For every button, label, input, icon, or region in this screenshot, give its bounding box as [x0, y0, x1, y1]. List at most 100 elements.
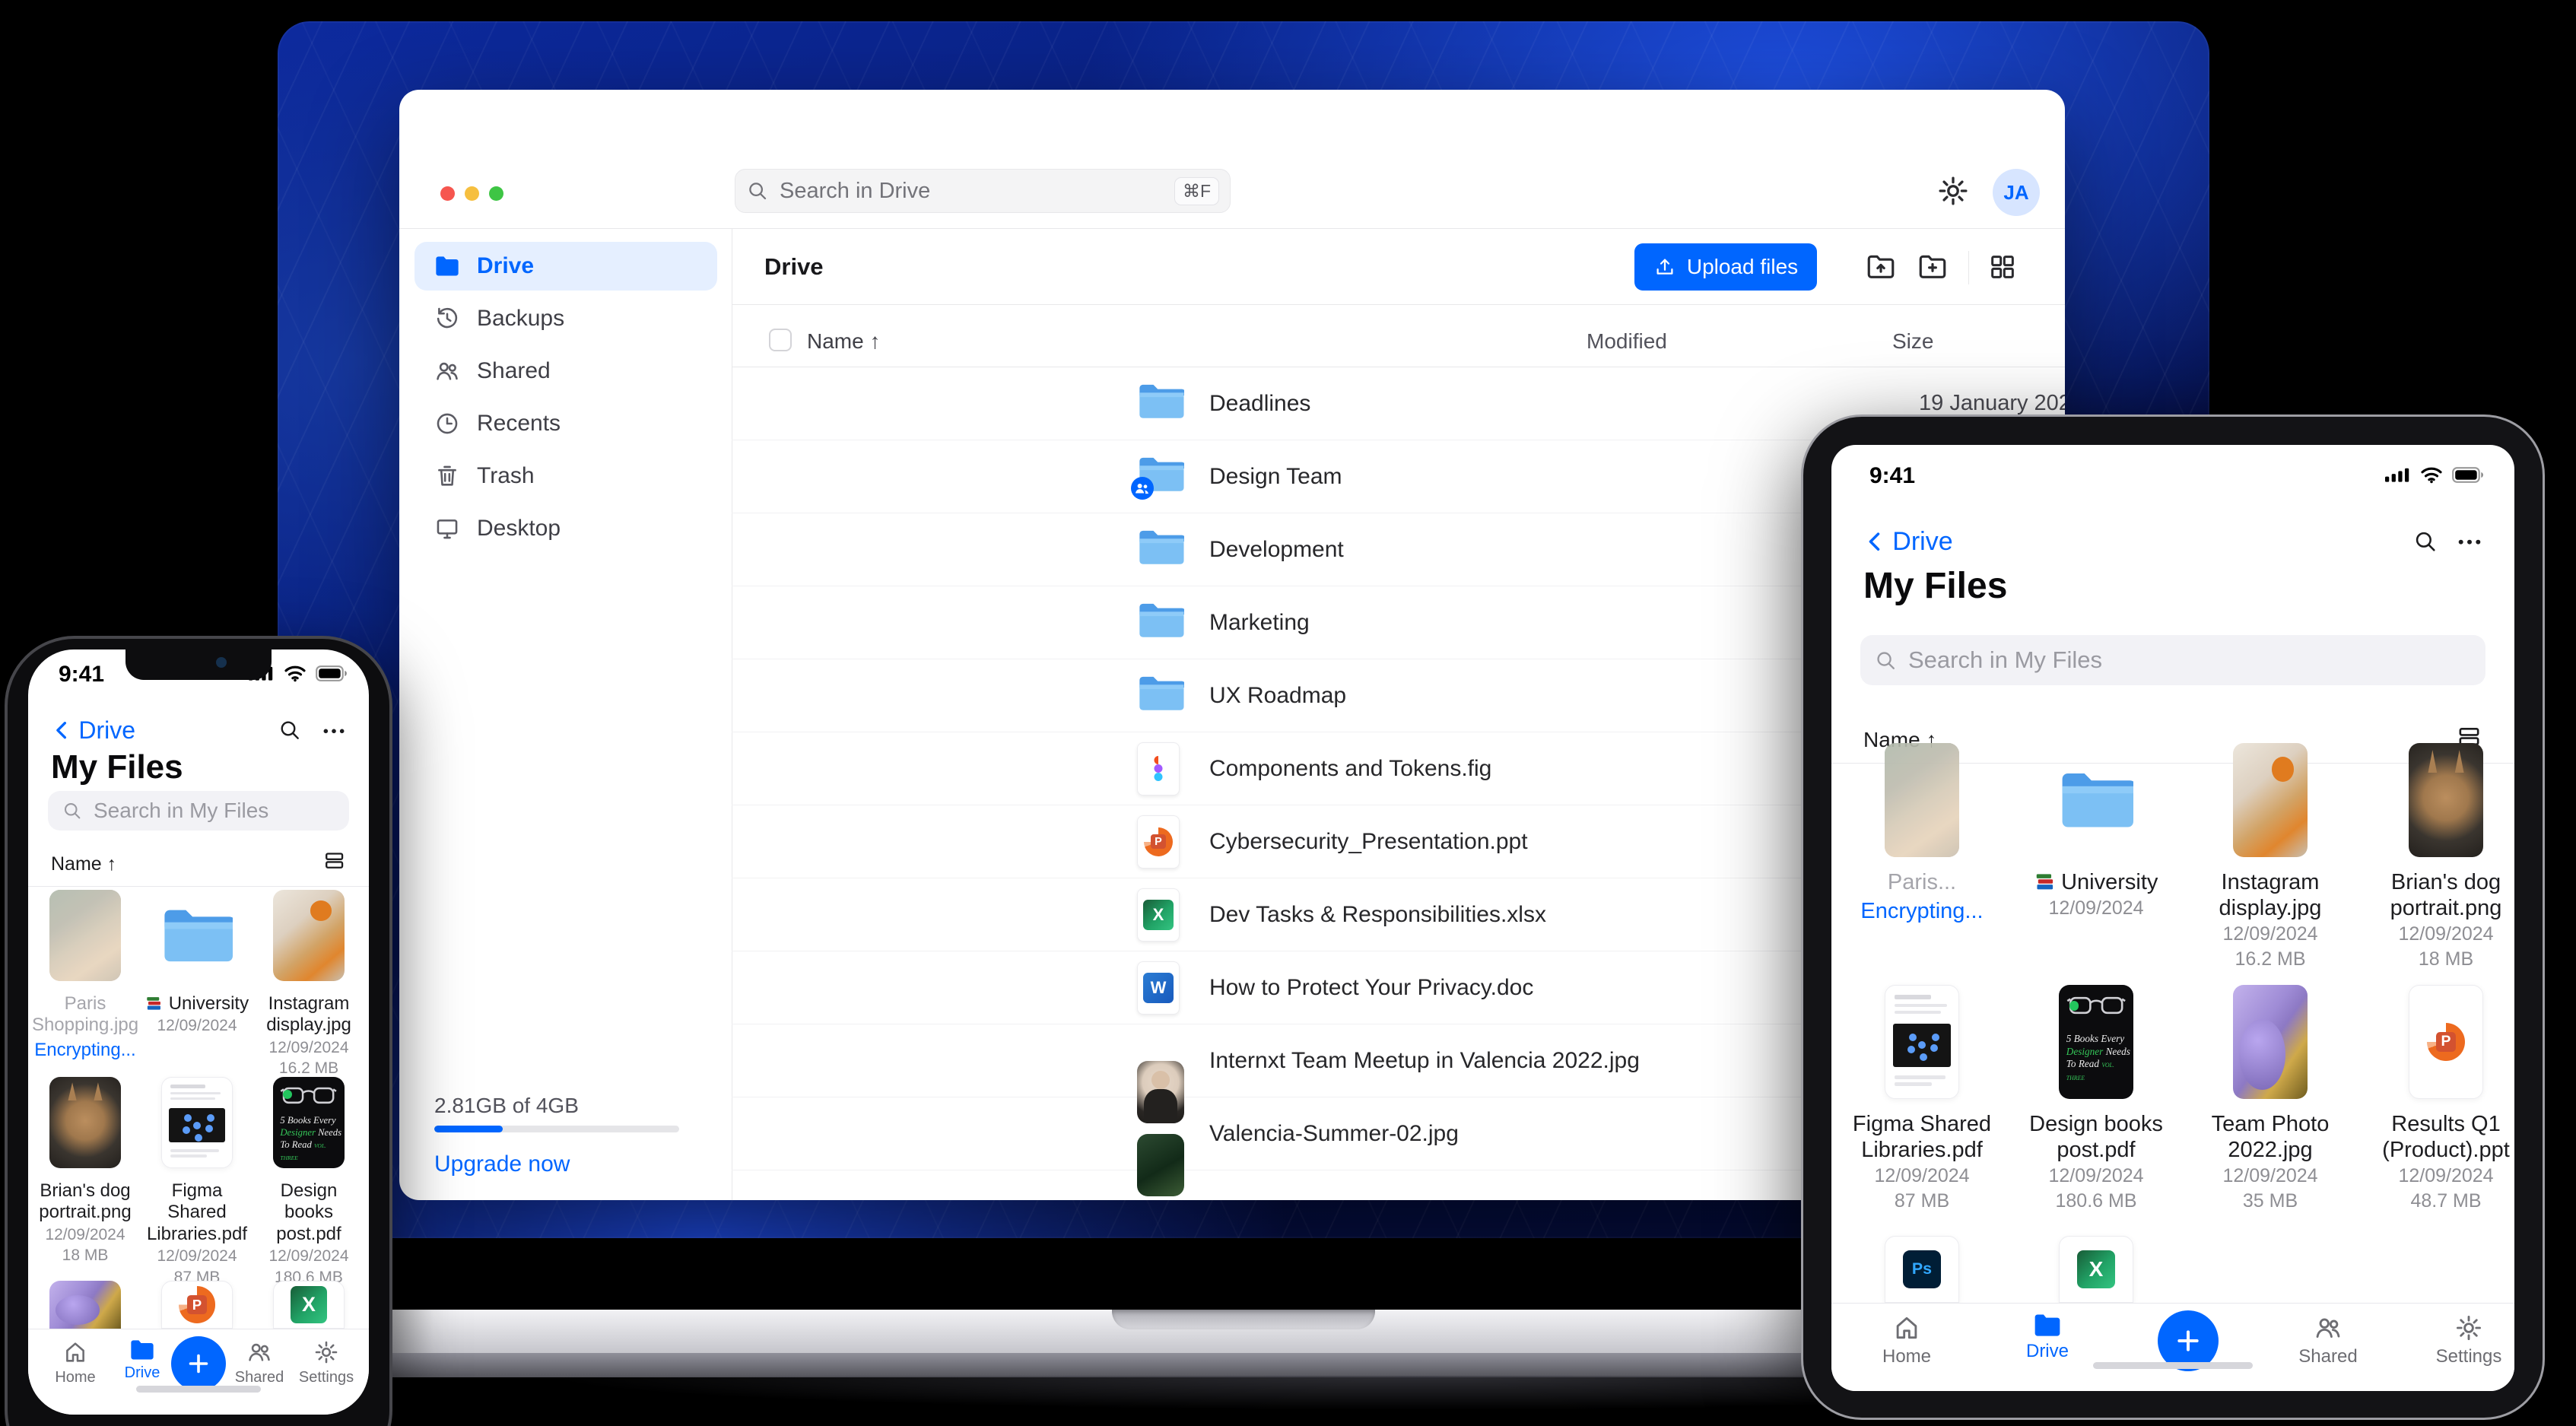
- grid-item-caption: Figma Shared Libraries.pdf 12/09/2024 87 MB: [146, 1180, 248, 1286]
- search-icon: [1874, 649, 1898, 672]
- grid-item-folder[interactable]: [161, 890, 233, 981]
- sidebar-item-recents[interactable]: Recents: [415, 399, 717, 448]
- search-input[interactable]: Search in My Files: [48, 791, 349, 831]
- sort-arrow-icon: ↑: [869, 329, 881, 353]
- sidebar-item-label: Drive: [477, 253, 535, 278]
- phone-notch: [125, 649, 272, 680]
- file-type-icon: P: [1137, 815, 1180, 869]
- grid-view-icon[interactable]: [1985, 249, 2020, 284]
- search-placeholder: Search in My Files: [1908, 646, 2102, 673]
- marketing-composite: INTERNXT Search in Drive ⌘F JA DriveBack…: [0, 0, 2576, 1426]
- search-input[interactable]: Search in Drive ⌘F: [735, 169, 1231, 213]
- storage-progress-fill: [434, 1126, 503, 1132]
- books-icon: [2034, 873, 2056, 891]
- file-modified: 19 January 2024. 13:32: [1919, 391, 2065, 415]
- column-header-size[interactable]: Size: [1892, 329, 1933, 354]
- search-placeholder: Search in Drive: [780, 178, 931, 203]
- nav-item-home[interactable]: Home: [1861, 1313, 1952, 1367]
- books-icon: [145, 996, 163, 1011]
- back-button[interactable]: Drive: [51, 716, 135, 745]
- file-type-icon: W: [1137, 961, 1180, 1015]
- phone-screen: 9:41 Drive My Files Search in My Files Name …: [28, 649, 369, 1415]
- folder-icon: [2002, 1313, 2093, 1337]
- desktop-icon: [434, 516, 460, 541]
- file-name: Internxt Team Meetup in Valencia 2022.jp…: [1209, 1047, 1640, 1073]
- list-view-icon[interactable]: [322, 849, 346, 876]
- signal-icon: [2385, 468, 2411, 486]
- file-name: Components and Tokens.fig: [1209, 755, 1492, 781]
- upload-files-button[interactable]: Upload files: [1634, 243, 1817, 291]
- sidebar-item-trash[interactable]: Trash: [415, 452, 717, 500]
- status-time: 9:41: [1869, 463, 1916, 488]
- column-header-name[interactable]: Name ↑: [807, 329, 880, 354]
- nav-label: Drive: [2025, 1341, 2069, 1362]
- grid-item-caption: Paris Shopping.jpg Encrypting...: [31, 993, 139, 1060]
- sidebar-item-label: Recents: [477, 411, 561, 436]
- people-icon: [2282, 1313, 2374, 1342]
- upload-folder-icon[interactable]: [1863, 249, 1898, 284]
- screen-title: My Files: [1863, 566, 2008, 606]
- shared-icon: [434, 358, 460, 384]
- home-icon: [1861, 1313, 1952, 1342]
- search-shortcut-badge: ⌘F: [1174, 176, 1219, 205]
- grid-item-caption: Instagram display.jpg 12/09/2024 16.2 MB: [2219, 870, 2322, 970]
- nav-item-shared[interactable]: Shared: [2282, 1313, 2374, 1367]
- more-options-icon[interactable]: [322, 726, 346, 739]
- drive-icon: [434, 256, 460, 277]
- more-options-icon[interactable]: [2457, 536, 2482, 550]
- chevron-left-icon: [51, 719, 74, 742]
- page-title: Drive: [764, 253, 824, 280]
- close-window-button[interactable]: [440, 186, 455, 201]
- sidebar-item-desktop[interactable]: Desktop: [415, 504, 717, 553]
- folder-icon: [1137, 383, 1186, 424]
- grid-item-caption: Results Q1 (Product).ppt 12/09/2024 48.7 MB: [2382, 1112, 2510, 1212]
- minimize-window-button[interactable]: [465, 186, 479, 201]
- zoom-window-button[interactable]: [489, 186, 503, 201]
- gear-icon[interactable]: [1936, 173, 1971, 208]
- select-all-checkbox[interactable]: [769, 329, 792, 351]
- back-button[interactable]: Drive: [1863, 527, 1953, 557]
- file-name: UX Roadmap: [1209, 682, 1347, 708]
- screen-title: My Files: [51, 748, 183, 786]
- sidebar-item-backups[interactable]: Backups: [415, 294, 717, 343]
- sidebar-item-label: Desktop: [477, 516, 561, 541]
- grid-item-caption: Design books post.pdf 12/09/2024 180.6 MB: [2029, 1112, 2163, 1212]
- grid-item-caption: Brian's dog portrait.png 12/09/2024 18 MB: [39, 1180, 132, 1265]
- nav-label: Settings: [298, 1369, 354, 1386]
- file-type-icon: [1137, 742, 1180, 796]
- column-header-modified[interactable]: Modified: [1587, 329, 1667, 354]
- new-folder-icon[interactable]: [1915, 249, 1950, 284]
- gear-icon: [2423, 1313, 2514, 1342]
- upgrade-now-link[interactable]: Upgrade now: [434, 1151, 570, 1177]
- file-name: Marketing: [1209, 609, 1310, 635]
- nav-item-settings[interactable]: Settings: [2423, 1313, 2514, 1367]
- nav-item-drive[interactable]: Drive: [2002, 1313, 2093, 1362]
- grid-item-caption: University 12/09/2024: [2015, 869, 2178, 920]
- upload-icon: [1653, 256, 1676, 278]
- grid-item-caption: Team Photo 2022.jpg 12/09/2024 35 MB: [2211, 1112, 2330, 1212]
- sidebar-item-shared[interactable]: Shared: [415, 347, 717, 395]
- avatar[interactable]: JA: [1993, 169, 2040, 216]
- nav-item-settings[interactable]: Settings: [281, 1339, 369, 1386]
- search-icon[interactable]: [2412, 529, 2438, 558]
- home-indicator[interactable]: [2093, 1362, 2253, 1369]
- search-icon[interactable]: [278, 718, 302, 746]
- search-input[interactable]: Search in My Files: [1860, 635, 2485, 685]
- battery-icon: [2452, 466, 2484, 487]
- back-label: Drive: [1892, 527, 1953, 556]
- sort-by-name[interactable]: Name ↑: [51, 853, 116, 875]
- add-button[interactable]: [171, 1336, 226, 1391]
- tablet-screen: 9:41 Drive My Files Search in My Files Name …: [1831, 445, 2514, 1391]
- search-placeholder: Search in My Files: [94, 799, 269, 822]
- file-type-icon: X: [1137, 888, 1180, 942]
- file-name: Design Team: [1209, 463, 1342, 489]
- gear-icon: [281, 1339, 369, 1365]
- home-indicator[interactable]: [136, 1386, 261, 1393]
- navbar-divider: [1831, 1303, 2514, 1304]
- grid-item-folder[interactable]: [2059, 743, 2133, 857]
- sidebar-item-drive[interactable]: Drive: [415, 242, 717, 291]
- folder-icon: [1131, 456, 1186, 500]
- grid-item-caption: Figma Shared Libraries.pdf 12/09/2024 87 MB: [1852, 1112, 1992, 1212]
- recents-icon: [434, 411, 460, 437]
- storage-progressbar: [434, 1126, 679, 1132]
